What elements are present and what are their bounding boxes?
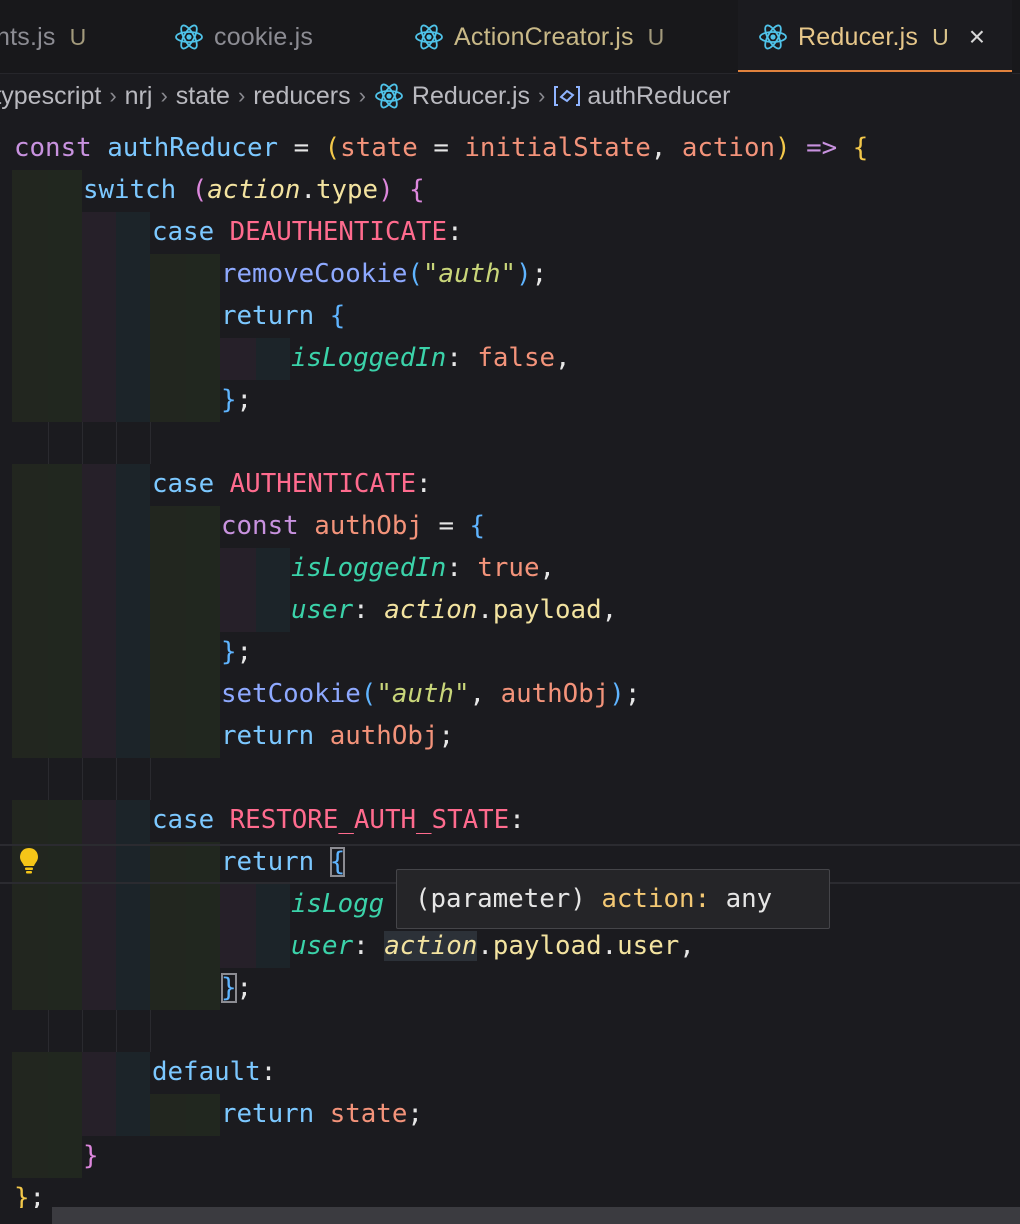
code-line: }; — [221, 973, 253, 1003]
breadcrumb-item-reducers[interactable]: reducers — [253, 82, 350, 111]
code-line: return state; — [221, 1099, 423, 1129]
tab-label: nts.js — [0, 22, 56, 51]
chevron-right-icon: › — [538, 83, 546, 108]
tab-cookie[interactable]: cookie.js — [174, 0, 374, 74]
code-line: setCookie("auth", authObj); — [221, 679, 641, 709]
horizontal-scrollbar[interactable] — [52, 1207, 1020, 1224]
tab-status-badge: U — [647, 23, 665, 50]
chevron-right-icon: › — [160, 83, 168, 108]
code-line: removeCookie("auth"); — [221, 259, 548, 289]
breadcrumb-label: reducers — [253, 81, 351, 110]
code-line: user: action.payload, — [291, 595, 618, 625]
tab-label: Reducer.js — [798, 22, 919, 51]
breadcrumb-item-symbol[interactable]: authReducer — [553, 81, 731, 111]
breadcrumb-label: state — [175, 81, 230, 110]
code-line: }; — [221, 637, 253, 667]
react-icon — [175, 24, 203, 50]
chevron-right-icon: › — [109, 83, 117, 108]
breadcrumb-label: nrj — [124, 81, 153, 110]
breadcrumb-item-project[interactable]: -typescript — [0, 82, 101, 111]
chevron-right-icon: › — [358, 83, 366, 108]
breadcrumb-item-state[interactable]: state — [176, 82, 230, 111]
hover-param-name: action — [601, 884, 695, 914]
react-icon — [374, 83, 403, 109]
react-icon — [759, 24, 787, 50]
close-icon[interactable]: × — [969, 23, 985, 51]
code-line: }; — [14, 1183, 46, 1208]
active-tab-indicator — [738, 70, 1012, 72]
code-line: isLogg — [291, 889, 385, 919]
breadcrumb-item-nrj[interactable]: nrj — [125, 82, 153, 111]
code-editor[interactable]: const authReducer = (state = initialStat… — [0, 118, 1020, 1208]
code-line: isLoggedIn: true, — [291, 553, 556, 583]
tab-action-creator[interactable]: ActionCreator.js U — [414, 0, 714, 74]
breadcrumb-label: authReducer — [587, 81, 731, 110]
hover-colon: : — [694, 884, 711, 914]
code-line: case AUTHENTICATE: — [152, 469, 432, 499]
code-line: return { — [221, 847, 346, 877]
code-line: user: action.payload.user, — [291, 931, 695, 961]
code-line: case RESTORE_AUTH_STATE: — [152, 805, 525, 835]
editor-tab-bar: nts.js U cookie.js ActionCreator.js U Re… — [0, 0, 1020, 74]
tab-constants[interactable]: nts.js U — [0, 0, 134, 74]
tab-label: ActionCreator.js — [454, 22, 634, 51]
hover-tooltip: (parameter) action: any — [396, 869, 830, 929]
breadcrumb-label: -typescript — [0, 81, 102, 110]
code-line: const authObj = { — [221, 511, 486, 541]
code-line: return { — [221, 301, 346, 331]
chevron-right-icon: › — [237, 83, 246, 108]
code-line: } — [83, 1141, 99, 1171]
tab-reducer[interactable]: Reducer.js U × — [738, 0, 1012, 74]
breadcrumb: -typescript › nrj › state › reducers › R… — [0, 74, 1020, 118]
code-line: }; — [221, 385, 253, 415]
variable-symbol-icon — [554, 86, 581, 106]
tab-status-badge: U — [932, 23, 949, 50]
tab-status-badge: U — [69, 23, 87, 50]
lightbulb-icon[interactable] — [17, 846, 41, 876]
breadcrumb-item-file[interactable]: Reducer.js — [374, 81, 530, 111]
code-line: switch (action.type) { — [83, 175, 425, 205]
code-line: return authObj; — [221, 721, 454, 751]
breadcrumb-label: Reducer.js — [411, 81, 531, 110]
tab-label: cookie.js — [214, 22, 314, 51]
hover-type: any — [725, 884, 773, 914]
code-line: isLoggedIn: false, — [291, 343, 571, 373]
code-line: const authReducer = (state = initialStat… — [14, 133, 869, 163]
hover-prefix: (parameter) — [415, 884, 586, 914]
code-line: case DEAUTHENTICATE: — [152, 217, 463, 247]
react-icon — [415, 24, 443, 50]
code-line: default: — [152, 1057, 277, 1087]
